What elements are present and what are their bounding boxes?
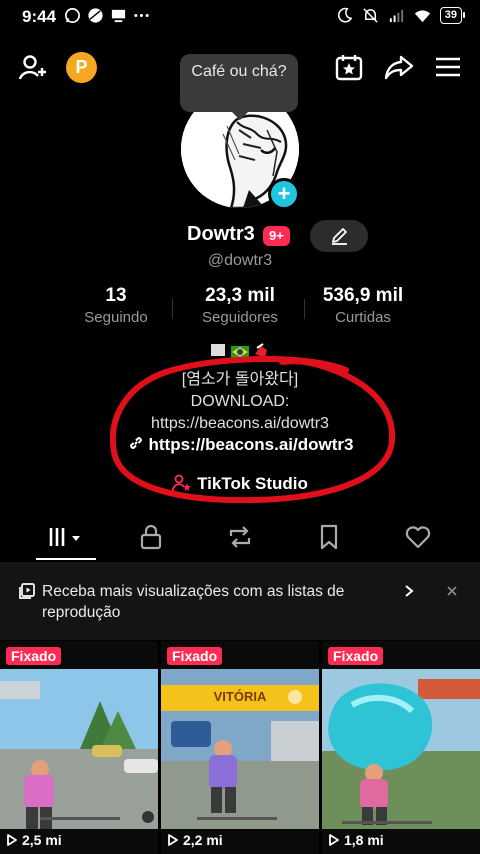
stat-likes-label: Curtidas [335, 309, 391, 326]
status-tooltip[interactable]: Café ou chá? [180, 54, 298, 120]
status-time: 9:44 [22, 7, 57, 26]
video-grid: Fixado 2,5 mi VITÓRIA Fixado 2,2 mi Fixa… [0, 641, 480, 854]
profile-bio: [염소가 돌아왔다] DOWNLOAD: https://beacons.ai/… [0, 340, 480, 435]
status-system-icons: 39 [336, 7, 466, 24]
edit-profile-button[interactable] [310, 220, 368, 252]
video-views: 2,2 mi [167, 832, 223, 848]
playlist-banner[interactable]: Receba mais visualizações com as listas … [0, 562, 480, 640]
pinned-label: Fixado [6, 647, 62, 665]
stat-divider [172, 299, 173, 319]
points-badge[interactable]: P [66, 52, 97, 83]
play-icon [329, 834, 339, 846]
video-thumbnail-image [0, 641, 158, 854]
mute-bell-icon [363, 8, 378, 23]
tab-favorites-bookmark-icon[interactable] [314, 522, 344, 552]
video-thumbnail-1[interactable]: Fixado 2,5 mi [0, 641, 158, 854]
bio-emoji-icons [211, 343, 267, 358]
profile-tabs [0, 516, 480, 560]
stat-divider [304, 299, 305, 319]
video-views-count: 1,8 mi [344, 832, 384, 848]
name-row: Dowtr3 9+ [0, 220, 480, 252]
stat-likes-value: 536,9 mil [322, 285, 404, 306]
add-friend-icon[interactable] [18, 52, 48, 82]
video-thumbnail-image [322, 641, 480, 854]
bio-link[interactable]: https://beacons.ai/dowtr3 [0, 434, 480, 455]
play-icon [7, 834, 17, 846]
tiktok-studio-label: TikTok Studio [197, 474, 308, 493]
stat-following-value: 13 [105, 285, 127, 306]
whatsapp-icon [65, 8, 80, 23]
tv-icon [111, 9, 126, 23]
profile-stats: 13 Seguindo 23,3 mil Seguidores 536,9 mi… [0, 285, 480, 333]
bio-line-2: DOWNLOAD: [190, 393, 290, 410]
battery-indicator: 39 [439, 7, 466, 24]
close-icon[interactable] [446, 585, 458, 597]
pinned-label: Fixado [167, 647, 223, 665]
bio-link-text: https://beacons.ai/dowtr3 [148, 435, 354, 454]
pinned-label: Fixado [328, 647, 384, 665]
tiktok-studio-link[interactable]: TikTok Studio [0, 474, 480, 494]
status-bar: 9:44 39 [0, 0, 480, 34]
video-views-count: 2,5 mi [22, 832, 62, 848]
stat-followers[interactable]: 23,3 mil Seguidores [190, 285, 290, 326]
video-thumbnail-2[interactable]: VITÓRIA Fixado 2,2 mi [161, 641, 319, 854]
link-icon [129, 436, 142, 450]
play-icon [168, 834, 178, 846]
share-icon[interactable] [384, 52, 414, 82]
playlist-icon [19, 583, 35, 599]
video-views: 1,8 mi [328, 832, 384, 848]
video-thumbnail-image [161, 641, 319, 854]
chevron-right-icon[interactable] [402, 584, 416, 598]
profile-handle: @dowtr3 [207, 252, 273, 269]
bio-line-3: https://beacons.ai/dowtr3 [151, 415, 329, 432]
signal-icon [389, 9, 403, 23]
profile-username: Dowtr3 [187, 223, 255, 245]
stat-followers-value: 23,3 mil [205, 285, 275, 306]
wifi-icon [414, 10, 430, 23]
notification-badge[interactable]: 9+ [263, 226, 290, 246]
tab-liked-heart-icon[interactable] [403, 522, 433, 552]
tab-private-lock-icon[interactable] [136, 522, 166, 552]
calendar-star-icon[interactable] [334, 52, 364, 82]
menu-icon[interactable] [433, 52, 463, 82]
studio-person-icon [172, 474, 192, 492]
video-overlay-text: VITÓRIA [213, 689, 267, 704]
active-tab-indicator [36, 558, 96, 560]
moon-icon [337, 7, 353, 23]
more-dots-icon [134, 13, 149, 18]
video-views-count: 2,2 mi [183, 832, 223, 848]
video-thumbnail-3[interactable]: Fixado 1,8 mi [322, 641, 480, 854]
stat-likes[interactable]: 536,9 mil Curtidas [313, 285, 413, 326]
tab-reposts-icon[interactable] [225, 522, 255, 552]
bio-line-1: [염소가 돌아왔다] [181, 371, 299, 388]
banner-text: Receba mais visualizações com as listas … [42, 583, 345, 621]
video-views: 2,5 mi [6, 832, 62, 848]
tab-videos-grid-icon[interactable] [46, 522, 86, 552]
pencil-icon [332, 228, 347, 245]
status-notifications [64, 7, 150, 24]
stat-following-label: Seguindo [84, 309, 148, 326]
stat-following[interactable]: 13 Seguindo [76, 285, 156, 326]
ball-icon [88, 8, 103, 23]
add-avatar-plus-button[interactable]: + [268, 178, 300, 210]
stat-followers-label: Seguidores [202, 309, 278, 326]
